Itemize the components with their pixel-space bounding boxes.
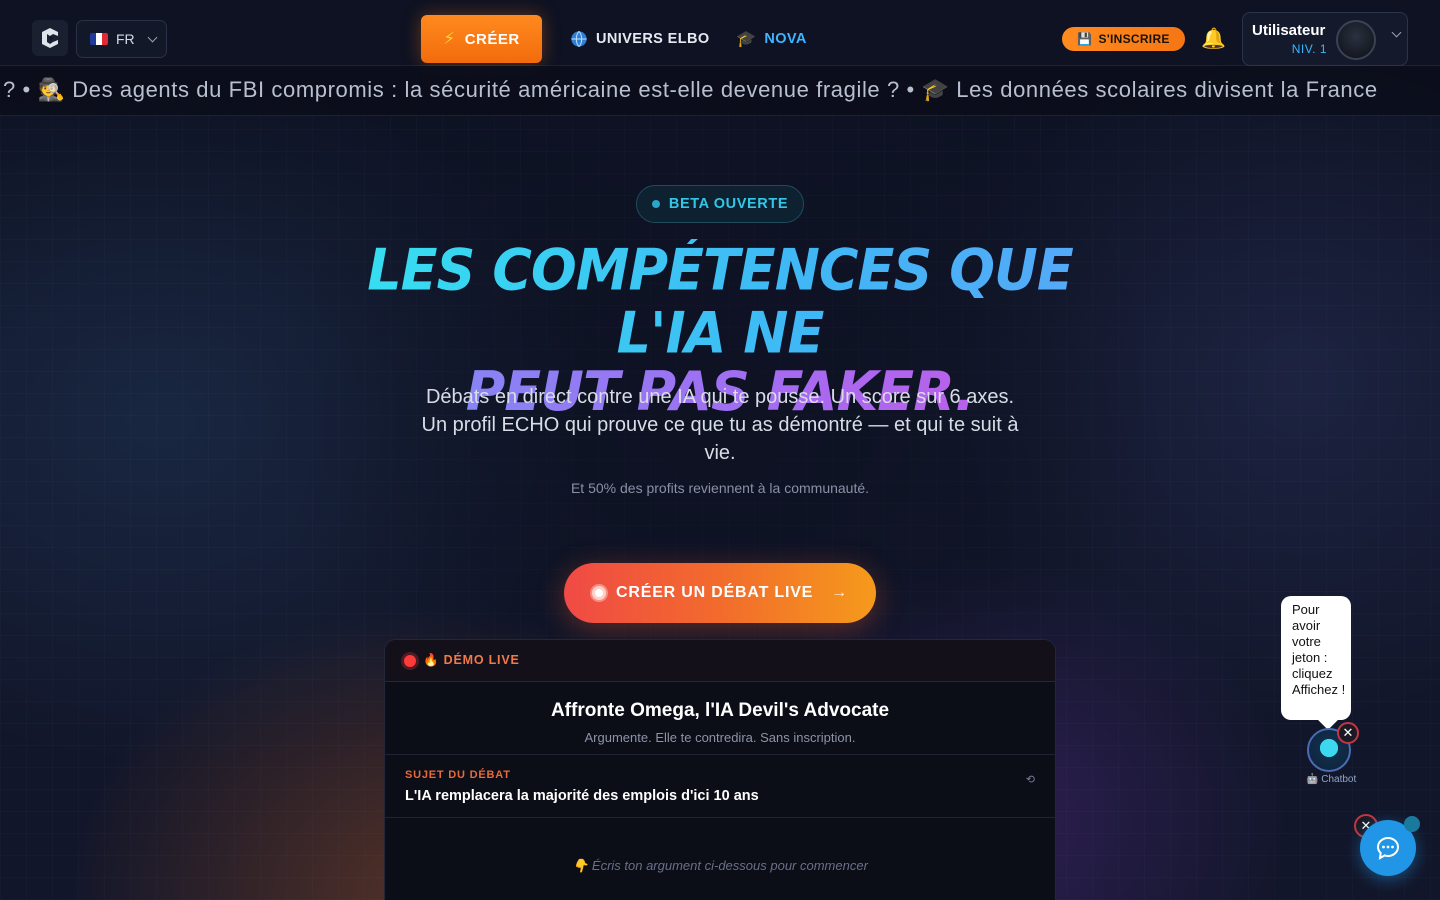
create-live-debate-button[interactable]: CRÉER UN DÉBAT LIVE → [564, 563, 876, 623]
headline-line-1: Les compétences que l'IA ne [340, 238, 1100, 365]
hero-subtitle: Débats en direct contre une IA qui te po… [421, 386, 1019, 464]
chatbot-label: 🤖 Chatbot [1306, 774, 1357, 785]
top-navigation: FR ⚡ CRÉER UNIVERS ELBO 🎓 NOVA 💾 S'INSCR… [0, 0, 1440, 66]
notification-dot [1404, 816, 1420, 832]
topic-label: SUJET DU DÉBAT [405, 769, 511, 781]
news-ticker: ? • 🕵️ Des agents du FBI compromis : la … [0, 66, 1440, 116]
chevron-down-icon [147, 32, 158, 42]
topic-text: L'IA remplacera la majorité des emplois … [405, 788, 759, 804]
ticker-text[interactable]: ? • 🕵️ Des agents du FBI compromis : la … [3, 77, 1378, 103]
nav-link-nova[interactable]: 🎓 NOVA [736, 28, 807, 50]
logo-icon [42, 28, 58, 48]
refresh-icon[interactable]: ⟲ [1026, 773, 1035, 786]
debate-topic: SUJET DU DÉBAT L'IA remplacera la majori… [385, 754, 1055, 818]
avatar [1336, 20, 1376, 60]
user-level: NIV. 1 [1291, 42, 1327, 56]
user-menu[interactable]: Utilisateur NIV. 1 [1242, 12, 1408, 66]
cta-label: CRÉER UN DÉBAT LIVE [616, 584, 814, 601]
demo-live-label: 🔥 DÉMO LIVE [423, 653, 520, 667]
chat-bubble-icon [1376, 836, 1400, 860]
language-code: FR [116, 31, 135, 47]
live-indicator-icon [404, 654, 416, 667]
demo-title: Affronte Omega, l'IA Devil's Advocate [550, 700, 890, 721]
demo-card-header: 🔥 DÉMO LIVE [385, 640, 1055, 682]
user-name: Utilisateur [1252, 22, 1326, 39]
close-icon[interactable]: ✕ [1337, 722, 1359, 744]
chatbot-tooltip: Pour avoir votre jeton : cliquez Affiche… [1281, 596, 1351, 720]
language-selector[interactable]: FR [76, 20, 167, 58]
bell-icon[interactable]: 🔔 [1201, 26, 1226, 51]
arrow-right-icon: → [831, 584, 848, 601]
logo[interactable] [32, 20, 68, 56]
signup-button[interactable]: 💾 S'INSCRIRE [1062, 27, 1185, 51]
chevron-down-icon [1391, 27, 1402, 38]
fr-flag-icon [90, 33, 108, 45]
demo-subtitle: Argumente. Elle te contredira. Sans insc… [584, 730, 856, 745]
globe-icon [571, 31, 587, 47]
signup-button-label: S'INSCRIRE [1098, 32, 1170, 46]
graduation-cap-icon: 🎓 [736, 31, 757, 48]
create-button[interactable]: ⚡ CRÉER [421, 15, 542, 63]
demo-card: 🔥 DÉMO LIVE Affronte Omega, l'IA Devil's… [384, 639, 1056, 900]
hero-note: Et 50% des profits reviennent à la commu… [570, 480, 870, 496]
argument-prompt: 👇 Écris ton argument ci-dessous pour com… [572, 858, 868, 873]
beta-badge-label: BETA OUVERTE [668, 196, 789, 212]
beta-badge: BETA OUVERTE [636, 185, 804, 223]
status-dot [651, 200, 660, 208]
floppy-disk-icon: 💾 [1077, 32, 1093, 46]
nav-link-univers-elbo[interactable]: UNIVERS ELBO [570, 28, 710, 50]
record-icon [592, 586, 607, 600]
nav-link-label: NOVA [764, 31, 807, 47]
lightning-icon: ⚡ [443, 29, 456, 48]
create-button-label: CRÉER [464, 30, 520, 48]
nav-link-label: UNIVERS ELBO [596, 31, 710, 47]
